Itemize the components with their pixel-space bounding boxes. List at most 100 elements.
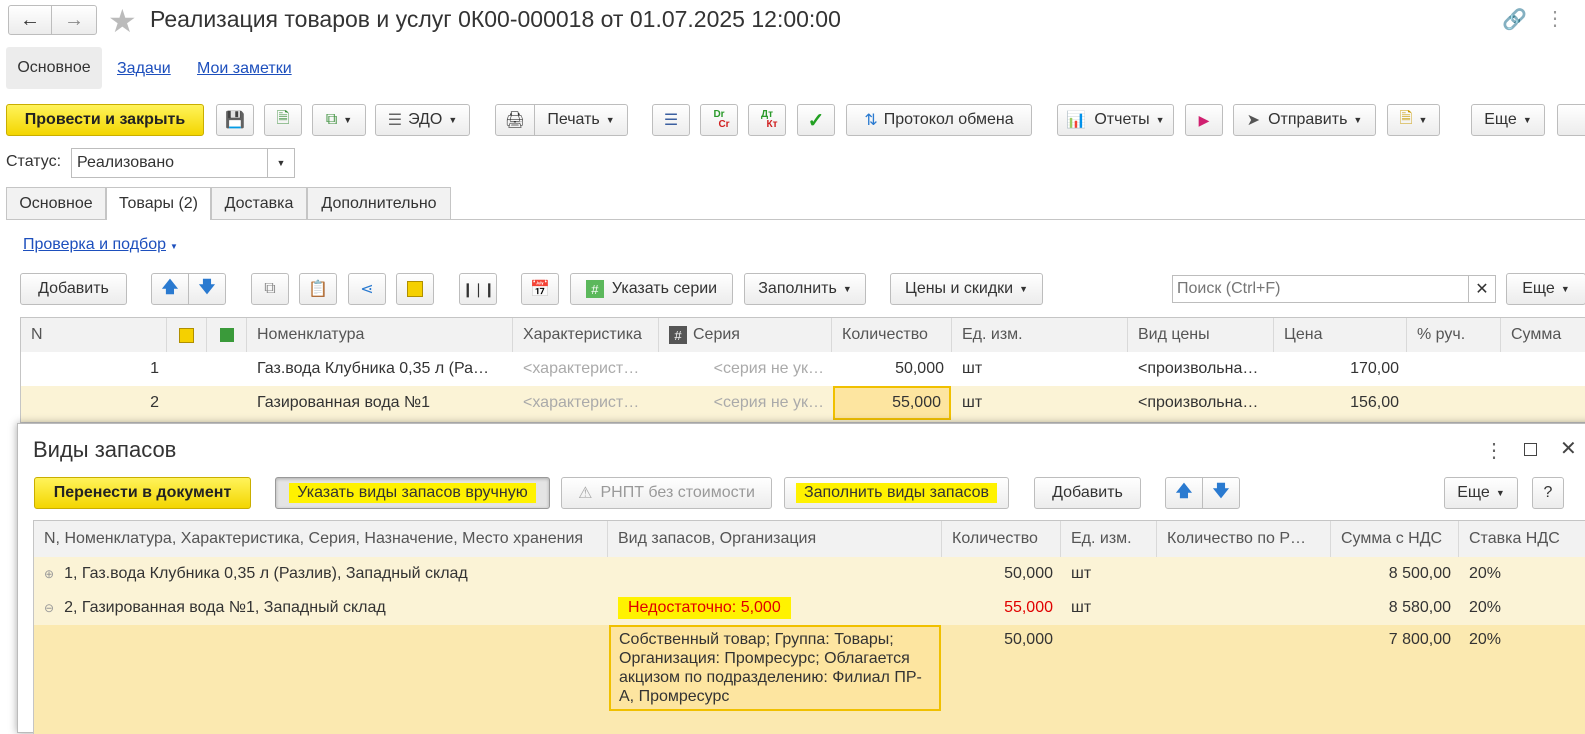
tab-delivery[interactable]: Доставка — [211, 187, 307, 219]
save-button[interactable]: 💾 — [216, 104, 254, 136]
stock-kinds-button[interactable] — [396, 273, 434, 305]
more-button[interactable]: Еще ▼ — [1471, 104, 1545, 136]
edo-service-button[interactable]: ▶ — [1185, 104, 1223, 136]
col-quantity[interactable]: Количество — [832, 318, 952, 352]
transfer-to-document-button[interactable]: Перенести в документ — [34, 477, 251, 509]
status-select[interactable]: Реализовано ▼ — [71, 148, 295, 178]
post-and-close-button[interactable]: Провести и закрыть — [6, 104, 204, 136]
stock-row-selected[interactable]: Собственный товар; Группа: Товары; Орган… — [34, 625, 1585, 734]
col-stock-kind[interactable]: Вид запасов, Организация — [608, 521, 942, 557]
col-quantity-by-r[interactable]: Количество по Р… — [1157, 521, 1331, 557]
exchange-protocol-button[interactable]: ⇅ Протокол обмена — [846, 104, 1032, 136]
nav-tab-main[interactable]: Основное — [6, 47, 102, 89]
tab-main[interactable]: Основное — [6, 187, 106, 219]
extra-button[interactable] — [1557, 104, 1585, 136]
col-quantity[interactable]: Количество — [942, 521, 1061, 557]
link-icon[interactable]: 🔗 — [1502, 7, 1527, 32]
check-selection-link[interactable]: Проверка и подбор ▼ — [23, 236, 178, 254]
move-up-button[interactable]: 🡅 — [151, 273, 189, 305]
back-button[interactable]: ← — [8, 5, 52, 35]
more-vertical-icon[interactable]: ⋮ — [1545, 6, 1565, 31]
save-icon: 💾 — [225, 112, 245, 129]
expand-icon[interactable]: ⊕ — [44, 567, 54, 581]
stock-table: N, Номенклатура, Характеристика, Серия, … — [33, 520, 1585, 734]
dialog-move-up-button[interactable]: 🡅 — [1165, 477, 1203, 509]
row-series: <серия не ук… — [713, 394, 824, 411]
col-marking-icon[interactable] — [207, 318, 247, 352]
reports-button[interactable]: 📊 Отчеты ▼ — [1057, 104, 1174, 136]
manual-stock-kinds-button[interactable]: Указать виды запасов вручную — [275, 477, 550, 509]
nav-tab-tasks[interactable]: Задачи — [117, 60, 171, 78]
col-unit[interactable]: Ед. изм. — [952, 318, 1128, 352]
split-button[interactable]: ⋖ — [348, 273, 386, 305]
collapse-icon[interactable]: ⊖ — [44, 601, 54, 615]
col-nomenclature[interactable]: Номенклатура — [247, 318, 513, 352]
col-n[interactable]: N — [21, 318, 167, 352]
col-nomenclature-full[interactable]: N, Номенклатура, Характеристика, Серия, … — [34, 521, 608, 557]
marking-button[interactable]: 📅 — [521, 273, 559, 305]
row-quantity-active[interactable]: 55,000 — [833, 386, 951, 420]
search-input[interactable] — [1173, 276, 1468, 302]
send-button[interactable]: ➤ Отправить ▼ — [1233, 104, 1376, 136]
dt-kt-button[interactable]: Дт Кт — [748, 104, 786, 136]
paste-button[interactable]: 📋 — [299, 273, 337, 305]
close-icon[interactable]: ✕ — [1560, 436, 1577, 461]
add-row-button[interactable]: Добавить — [20, 273, 127, 305]
forward-button[interactable]: → — [51, 5, 97, 35]
dialog-more-button[interactable]: Еще ▼ — [1444, 477, 1518, 509]
check-button[interactable]: ✓ — [797, 104, 835, 136]
maximize-icon[interactable] — [1524, 443, 1537, 456]
edo-label: ЭДО — [408, 111, 443, 128]
row-unit: шт — [962, 394, 983, 411]
col-price-type[interactable]: Вид цены — [1128, 318, 1274, 352]
dr-cr-button[interactable]: Dr Cr — [700, 104, 738, 136]
post-button[interactable]: 🗎 — [264, 104, 302, 136]
col-price[interactable]: Цена — [1274, 318, 1407, 352]
prices-discounts-button[interactable]: Цены и скидки ▼ — [890, 273, 1043, 305]
favorite-star-icon[interactable]: ★ — [108, 2, 137, 40]
stock-row[interactable]: ⊕ 1, Газ.вода Клубника 0,35 л (Разлив), З… — [34, 557, 1585, 592]
dialog-move-down-button[interactable]: 🡇 — [1202, 477, 1240, 509]
attachment-button[interactable]: 🗎 ▼ — [1387, 104, 1440, 136]
edo-button[interactable]: ☰ ЭДО ▼ — [375, 104, 470, 136]
clear-search-icon[interactable]: ✕ — [1468, 276, 1495, 302]
printer-button[interactable]: 🖨 — [495, 104, 535, 136]
move-down-button[interactable]: 🡇 — [188, 273, 226, 305]
create-based-on-button[interactable]: ⧉ ▼ — [312, 104, 366, 136]
goods-more-button[interactable]: Еще ▼ — [1506, 273, 1585, 305]
table-row[interactable]: 1 Газ.вода Клубника 0,35 л (Ра… <характе… — [21, 352, 1585, 387]
col-sum-vat[interactable]: Сумма с НДС — [1331, 521, 1459, 557]
barcode-button[interactable]: ❙❘❙ — [459, 273, 497, 305]
chevron-down-icon[interactable]: ▼ — [267, 149, 294, 177]
col-series[interactable]: # Серия — [659, 318, 832, 352]
fill-button[interactable]: Заполнить ▼ — [744, 273, 866, 305]
specify-series-button[interactable]: # Указать серии — [570, 273, 733, 305]
tab-additional[interactable]: Дополнительно — [307, 187, 451, 219]
fill-stock-kinds-button[interactable]: Заполнить виды запасов — [784, 477, 1009, 509]
copy-button[interactable]: ⧉ — [251, 273, 289, 305]
chevron-down-icon: ▼ — [170, 242, 178, 251]
rnpt-button[interactable]: ⚠ РНПТ без стоимости — [561, 477, 772, 509]
dialog-add-button[interactable]: Добавить — [1034, 477, 1141, 509]
col-unit[interactable]: Ед. изм. — [1061, 521, 1157, 557]
journal-button[interactable]: ☰ — [652, 104, 690, 136]
tab-goods[interactable]: Товары (2) — [106, 187, 211, 220]
nav-tab-notes[interactable]: Мои заметки — [197, 60, 292, 78]
search-box: ✕ — [1172, 275, 1496, 303]
split-icon: ⋖ — [360, 281, 374, 298]
help-button[interactable]: ? — [1532, 477, 1564, 509]
col-stock-icon[interactable] — [167, 318, 207, 352]
col-vat-rate[interactable]: Ставка НДС — [1459, 521, 1585, 557]
stock-row-vat: 20% — [1469, 631, 1502, 648]
stock-row-kind-detail[interactable]: Собственный товар; Группа: Товары; Орган… — [609, 625, 941, 711]
report-icon: 📊 — [1066, 112, 1087, 129]
col-sum[interactable]: Сумма — [1501, 318, 1585, 352]
col-manual-percent[interactable]: % руч. — [1407, 318, 1501, 352]
table-row-selected[interactable]: 2 Газированная вода №1 <характерист… <се… — [21, 386, 1585, 422]
col-characteristic[interactable]: Характеристика — [513, 318, 659, 352]
dialog-more-vertical-icon[interactable]: ⋮ — [1484, 438, 1504, 463]
stock-row[interactable]: ⊖ 2, Газированная вода №1, Западный склад… — [34, 591, 1585, 626]
print-button[interactable]: Печать ▼ — [534, 104, 628, 136]
chevron-down-icon: ▼ — [1560, 284, 1570, 294]
dialog-title: Виды запасов — [33, 437, 177, 462]
